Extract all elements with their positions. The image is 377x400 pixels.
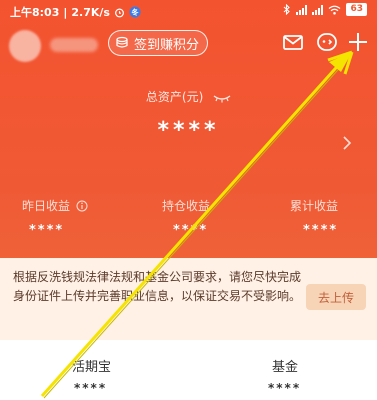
fund-name-huoqibao[interactable]: 活期宝 xyxy=(72,356,111,375)
total-assets-label-row: 总资产(元) xyxy=(0,88,377,105)
status-bar: 上午8:03 | 2.7K/s 冬 63 xyxy=(0,0,377,22)
app-badge-icon: 冬 xyxy=(129,6,141,18)
eye-closed-icon[interactable] xyxy=(213,93,231,103)
status-net-speed: 2.7K/s xyxy=(71,5,110,19)
fund-value-jijin: **** xyxy=(268,381,302,395)
holding-income-value: **** xyxy=(173,223,209,238)
wifi-icon xyxy=(329,5,341,15)
yesterday-income-label: 昨日收益 xyxy=(22,199,71,213)
mail-icon xyxy=(283,35,303,50)
coin-stack-icon xyxy=(116,36,128,48)
fund-name-jijin[interactable]: 基金 xyxy=(272,356,298,375)
customer-service-button[interactable] xyxy=(315,30,339,54)
status-time: 上午8:03 xyxy=(10,6,60,19)
add-button[interactable] xyxy=(346,30,370,54)
chevron-right-icon[interactable] xyxy=(341,134,353,152)
holding-income-label: 持仓收益 xyxy=(162,199,211,213)
avatar[interactable] xyxy=(9,30,41,62)
service-face-icon xyxy=(317,33,337,51)
username[interactable] xyxy=(50,38,98,52)
cumulative-income-value: **** xyxy=(303,223,339,238)
signin-points-button[interactable]: 签到赚积分 xyxy=(108,30,209,56)
signal-icon xyxy=(296,4,308,15)
yesterday-income-value: **** xyxy=(29,223,65,238)
battery-icon: 63 xyxy=(346,3,367,16)
yesterday-income-label-row: 昨日收益 xyxy=(22,197,88,214)
upload-button[interactable]: 去上传 xyxy=(306,284,366,310)
svg-text:冬: 冬 xyxy=(131,8,138,17)
total-assets-label: 总资产(元) xyxy=(145,90,204,104)
signal-icon xyxy=(312,4,324,15)
cumulative-income-label: 累计收益 xyxy=(290,199,339,213)
signin-label: 签到赚积分 xyxy=(134,37,200,53)
info-icon[interactable] xyxy=(76,200,88,212)
mail-button[interactable] xyxy=(281,30,305,54)
total-assets-value[interactable]: **** xyxy=(0,118,377,143)
notice-text: 根据反洗钱规法律法规和基金公司要求，请您尽快完成身份证件上传并完善职业信息，以保… xyxy=(13,270,302,303)
fund-value-huoqibao: **** xyxy=(74,381,108,395)
plus-icon xyxy=(349,33,367,51)
bluetooth-icon xyxy=(284,4,291,15)
alarm-icon xyxy=(115,8,124,17)
id-upload-notice: 根据反洗钱规法律法规和基金公司要求，请您尽快完成身份证件上传并完善职业信息，以保… xyxy=(0,258,377,340)
